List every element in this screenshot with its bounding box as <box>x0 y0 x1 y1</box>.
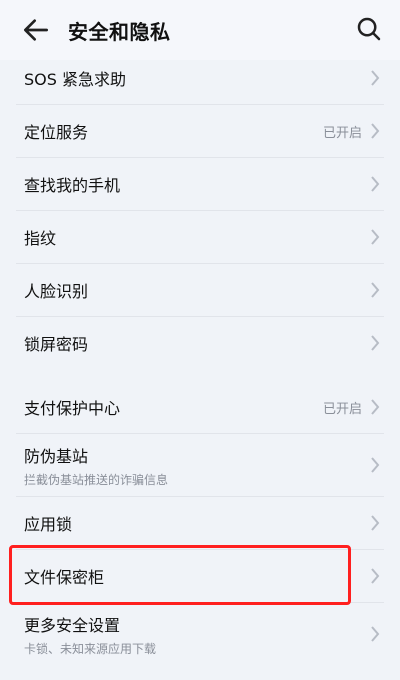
chevron-right-icon <box>371 515 380 531</box>
chevron-right-icon <box>371 626 380 642</box>
chevron-right-icon <box>371 123 380 139</box>
search-icon[interactable] <box>354 14 384 44</box>
list-item-label: 查找我的手机 <box>24 176 121 195</box>
status-text: 已开启 <box>322 125 362 141</box>
chevron-right-icon <box>371 457 380 473</box>
chevron-right-icon <box>371 399 380 415</box>
list-item-payment-protection[interactable]: 支付保护中心 已开启 <box>16 381 384 434</box>
list-item-more-security-settings[interactable]: 更多安全设置 卡锁、未知来源应用下载 <box>16 603 384 665</box>
app-bar: 安全和隐私 <box>0 0 400 60</box>
list-item-label: 支付保护中心 <box>24 399 121 418</box>
chevron-right-icon <box>371 568 380 584</box>
chevron-right-icon <box>371 70 380 86</box>
page-title: 安全和隐私 <box>68 20 171 44</box>
list-item-app-lock[interactable]: 应用锁 <box>16 497 384 550</box>
list-item-lock-screen-password[interactable]: 锁屏密码 <box>16 317 384 369</box>
settings-list: SOS 紧急求助 定位服务 已开启 查找我的手机 指纹 人脸识别 锁屏密码 支付… <box>0 52 400 665</box>
back-arrow-icon[interactable] <box>20 14 52 46</box>
list-item-label: 定位服务 <box>24 123 89 142</box>
list-item-label: SOS 紧急求助 <box>24 70 126 89</box>
list-item-label: 更多安全设置 <box>24 615 121 635</box>
chevron-right-icon <box>371 335 380 351</box>
list-item-face-recognition[interactable]: 人脸识别 <box>16 264 384 317</box>
chevron-right-icon <box>371 282 380 298</box>
list-item-label: 应用锁 <box>24 515 73 534</box>
section-divider <box>0 369 400 381</box>
list-item-sublabel: 拦截伪基站推送的诈骗信息 <box>24 472 169 487</box>
list-item-label: 人脸识别 <box>24 282 89 301</box>
list-item-anti-fake-base-station[interactable]: 防伪基站 拦截伪基站推送的诈骗信息 <box>16 434 384 497</box>
list-item-label: 指纹 <box>24 229 57 248</box>
list-item-label: 防伪基站 <box>24 446 89 466</box>
list-item-find-my-phone[interactable]: 查找我的手机 <box>16 158 384 211</box>
list-item-label: 文件保密柜 <box>24 568 105 587</box>
chevron-right-icon <box>371 176 380 192</box>
list-item-label: 锁屏密码 <box>24 335 89 354</box>
chevron-right-icon <box>371 229 380 245</box>
list-item-sublabel: 卡锁、未知来源应用下载 <box>24 641 157 656</box>
list-item-fingerprint[interactable]: 指纹 <box>16 211 384 264</box>
list-item-file-safe[interactable]: 文件保密柜 <box>16 550 384 603</box>
list-item-location[interactable]: 定位服务 已开启 <box>16 105 384 158</box>
list-item-sos[interactable]: SOS 紧急求助 <box>16 52 384 105</box>
status-text: 已开启 <box>322 401 362 417</box>
